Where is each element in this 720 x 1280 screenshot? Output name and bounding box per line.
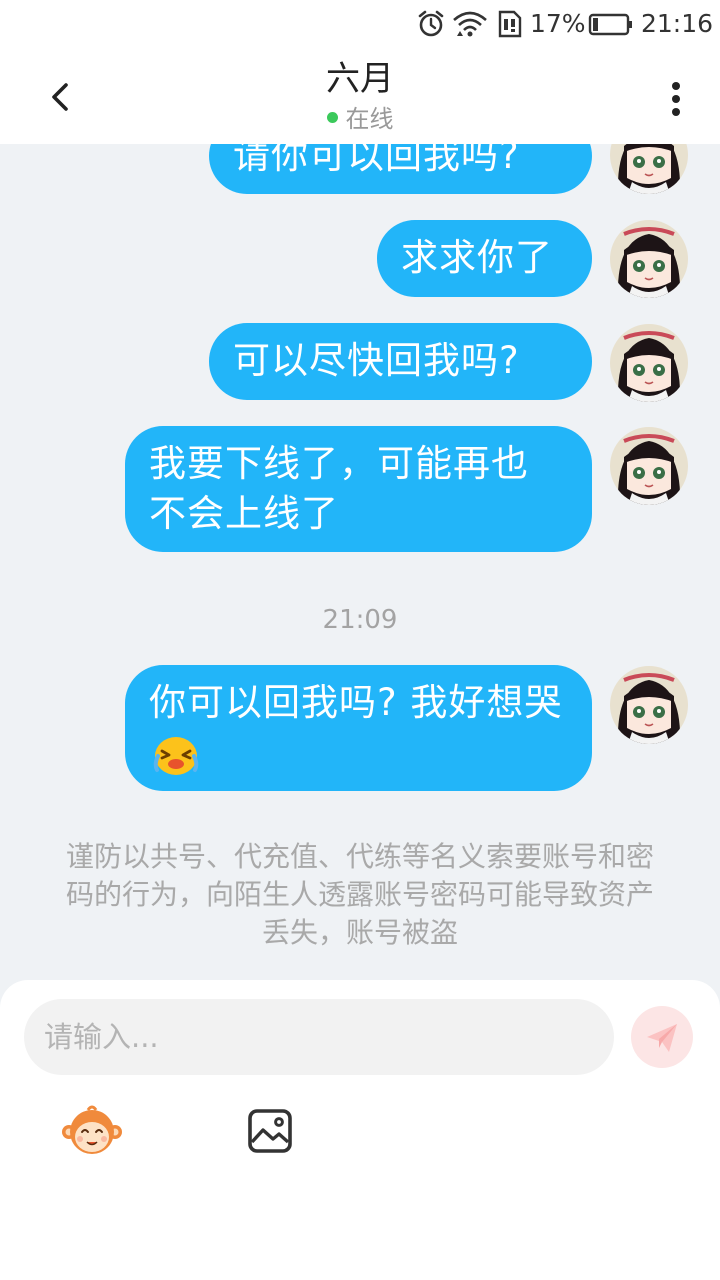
message-bubble[interactable]: 请你可以回我吗? — [209, 144, 592, 194]
battery-icon — [588, 13, 632, 36]
message-bubble[interactable]: 求求你了 — [377, 220, 592, 297]
message-text: 可以尽快回我吗? — [233, 339, 520, 382]
avatar[interactable] — [610, 666, 688, 744]
online-status: 在线 — [0, 104, 720, 134]
message-list[interactable]: 请你可以回我吗? 求求你了 可以尽快回我吗? 我要下线了，可能再也不会上线了 2… — [0, 144, 720, 980]
avatar[interactable] — [610, 220, 688, 298]
message-bubble[interactable]: 我要下线了，可能再也不会上线了 — [125, 426, 592, 552]
crying-emoji-icon — [153, 732, 199, 789]
input-panel — [0, 980, 720, 1280]
security-notice: 谨防以共号、代充值、代练等名义索要账号和密码的行为，向陌生人透露账号密码可能导致… — [65, 840, 654, 949]
message-input[interactable] — [24, 999, 614, 1075]
message-text: 请你可以回我吗? — [233, 144, 520, 177]
message-bubble[interactable]: 可以尽快回我吗? — [209, 323, 592, 400]
message-timestamp: 21:09 — [322, 605, 398, 635]
send-plane-icon — [647, 1024, 677, 1052]
avatar[interactable] — [610, 324, 688, 402]
chat-header: 六月 在线 — [0, 50, 720, 144]
message-text: 你可以回我吗? 我好想哭 — [149, 681, 563, 724]
emoji-button[interactable] — [60, 1104, 124, 1158]
monkey-emoji-icon — [62, 1105, 122, 1154]
image-gallery-icon — [248, 1109, 292, 1153]
avatar-icon — [610, 324, 688, 402]
more-vertical-icon — [672, 82, 680, 90]
contact-name: 六月 — [326, 59, 394, 99]
send-button[interactable] — [631, 1006, 693, 1068]
status-bar: 17% 21:16 — [0, 0, 720, 50]
avatar-icon — [610, 666, 688, 744]
chat-screen: 17% 21:16 六月 在线 请你可以回我吗? 求求你了 可以尽快回我吗? 我… — [0, 0, 720, 1280]
message-text: 求求你了 — [401, 236, 553, 279]
online-dot-icon — [326, 111, 338, 123]
avatar[interactable] — [610, 427, 688, 505]
online-status-label: 在线 — [345, 105, 394, 133]
avatar[interactable] — [610, 144, 688, 194]
message-text: 我要下线了，可能再也不会上线了 — [149, 442, 529, 535]
more-dot — [672, 108, 680, 116]
alarm-icon — [418, 10, 444, 37]
status-time: 21:16 — [641, 9, 714, 38]
more-dot — [672, 95, 680, 103]
avatar-icon — [610, 427, 688, 505]
message-bubble[interactable]: 你可以回我吗? 我好想哭 — [125, 665, 592, 791]
more-options-button[interactable] — [656, 76, 696, 120]
avatar-icon — [610, 144, 688, 194]
battery-percent: 17% — [530, 9, 586, 38]
sim-alert-icon — [498, 10, 522, 38]
wifi-icon — [453, 11, 487, 37]
image-button[interactable] — [246, 1108, 294, 1154]
avatar-icon — [610, 220, 688, 298]
